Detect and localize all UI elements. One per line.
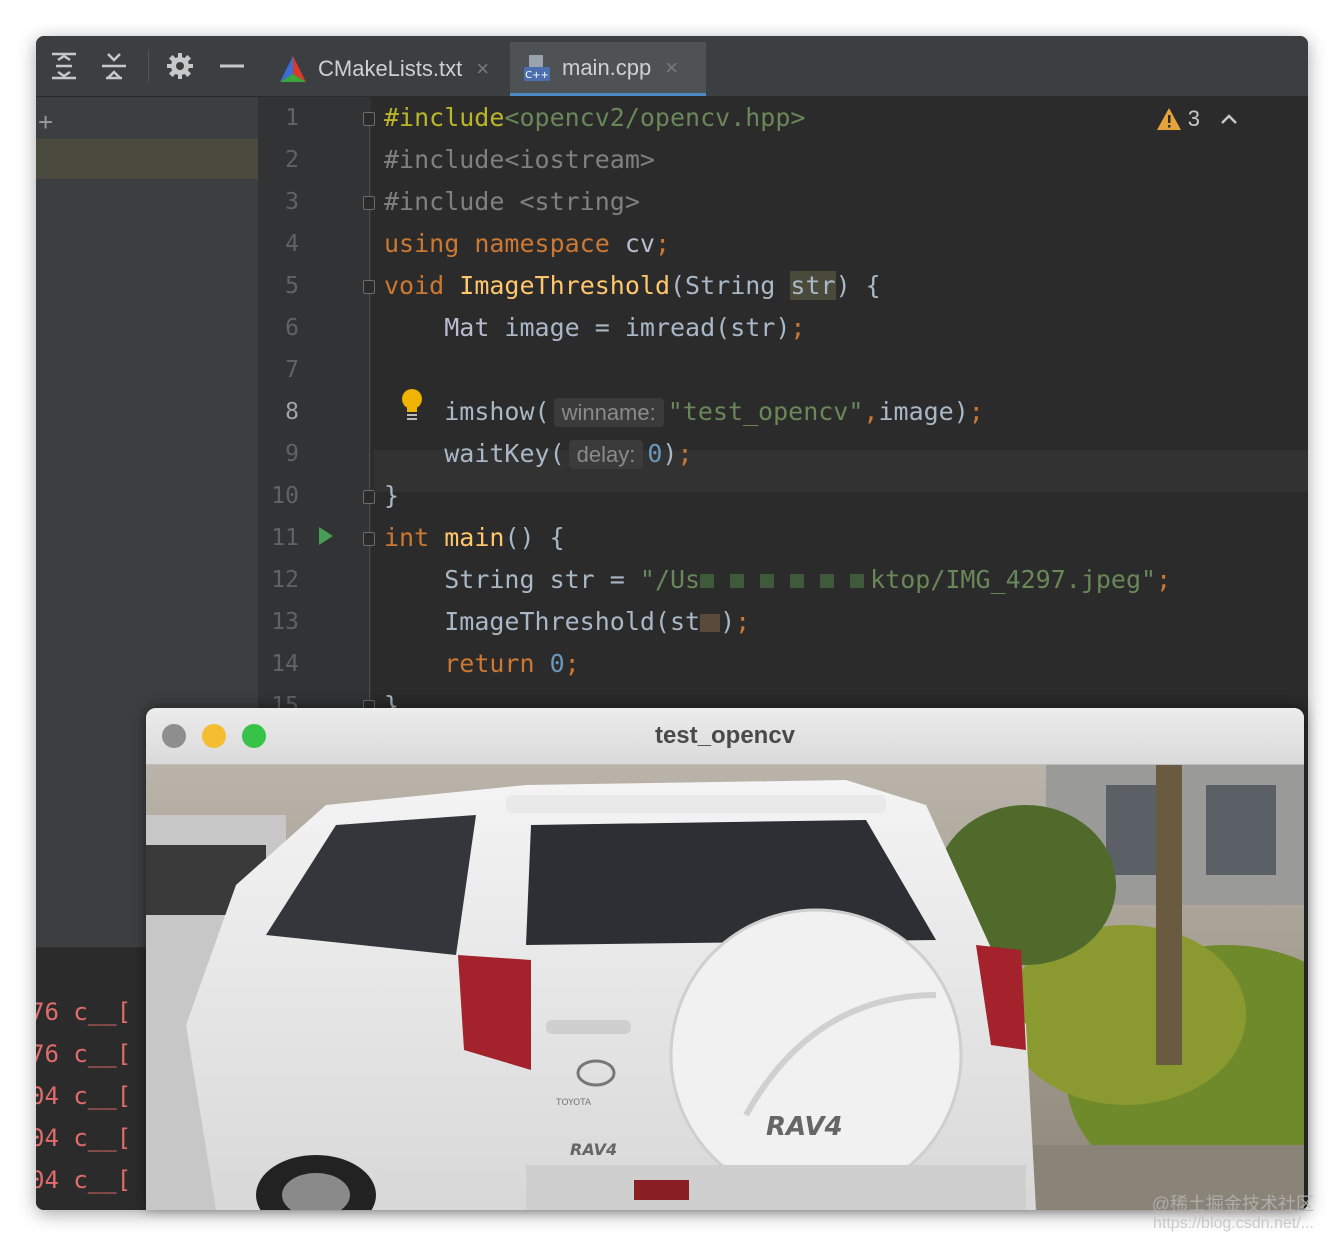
inspection-widget[interactable]: 3 bbox=[1156, 106, 1240, 132]
watermark-url: https://blog.csdn.net/... bbox=[1153, 1215, 1314, 1232]
line-number: 1 bbox=[285, 105, 299, 131]
opencv-window: test_opencv RAV4 TOYOTA RAV4 bbox=[146, 708, 1304, 1210]
blurred-text bbox=[700, 614, 721, 632]
line-number: 14 bbox=[271, 651, 299, 677]
warning-count: 3 bbox=[1187, 106, 1200, 131]
tab-main-cpp[interactable]: C++ main.cpp × bbox=[510, 42, 706, 96]
line-number: 9 bbox=[285, 441, 299, 467]
code-line-9: waitKey(delay: 0); bbox=[444, 439, 693, 469]
warning-icon bbox=[1156, 108, 1181, 130]
code-line-12: String str = "/Us ktop/IMG_4297.jpeg"; bbox=[444, 565, 1172, 594]
window-titlebar: test_opencv bbox=[146, 708, 1304, 765]
minimize-icon[interactable] bbox=[216, 50, 248, 82]
watermark-text: @稀土掘金技术社区 bbox=[1151, 1194, 1314, 1214]
window-title: test_opencv bbox=[654, 722, 796, 749]
console-line: 04 c__[ bbox=[36, 1082, 132, 1110]
svg-text:TOYOTA: TOYOTA bbox=[555, 1098, 592, 1108]
svg-text:RAV4: RAV4 bbox=[766, 1112, 843, 1142]
svg-text:RAV4: RAV4 bbox=[570, 1140, 617, 1159]
close-icon[interactable]: × bbox=[476, 56, 489, 82]
collapse-all-icon[interactable] bbox=[98, 50, 130, 82]
code-line-2: #include<iostream> bbox=[384, 145, 655, 174]
fold-marker-icon[interactable] bbox=[363, 280, 375, 294]
editor-tab-bar: CMakeLists.txt × C++ main.cpp × bbox=[36, 36, 1308, 97]
lightbulb-icon[interactable] bbox=[400, 388, 424, 422]
line-number: 13 bbox=[271, 609, 299, 635]
tab-label: main.cpp bbox=[562, 54, 652, 80]
cmake-icon bbox=[280, 56, 306, 82]
close-icon[interactable]: × bbox=[665, 55, 678, 81]
console-line: 04 c__[ bbox=[36, 1166, 132, 1194]
code-line-1: #include<opencv2/opencv.hpp> bbox=[384, 103, 806, 132]
tab-label: CMakeLists.txt bbox=[318, 56, 463, 81]
code-line-14: return 0; bbox=[444, 649, 580, 678]
code-line-4: using namespace cv; bbox=[384, 229, 671, 258]
line-number: 2 bbox=[285, 147, 299, 173]
param-hint: winname: bbox=[553, 398, 664, 427]
line-number: 6 bbox=[285, 315, 299, 341]
console-line: 76 c__[ bbox=[36, 998, 132, 1026]
code-line-8: imshow(winname: "test_opencv",image); bbox=[444, 397, 984, 427]
line-number: 5 bbox=[285, 273, 299, 299]
tab-cmakelists[interactable]: CMakeLists.txt × bbox=[266, 42, 510, 96]
code-line-11: int main() { bbox=[384, 523, 565, 552]
svg-text:C++: C++ bbox=[525, 70, 549, 81]
run-icon[interactable] bbox=[319, 527, 333, 545]
toolbar-separator bbox=[148, 50, 149, 82]
add-icon[interactable]: + bbox=[38, 107, 53, 138]
fold-marker-icon[interactable] bbox=[363, 196, 375, 210]
line-number: 11 bbox=[271, 525, 299, 551]
param-hint: delay: bbox=[568, 440, 644, 469]
line-number: 7 bbox=[285, 357, 299, 383]
line-number: 4 bbox=[285, 231, 299, 257]
car-photo: RAV4 TOYOTA RAV4 bbox=[146, 765, 1304, 1210]
line-number: 10 bbox=[271, 483, 299, 509]
line-number: 3 bbox=[285, 189, 299, 215]
code-line-13: ImageThreshold(st); bbox=[444, 607, 751, 636]
chevron-up-icon[interactable] bbox=[1218, 108, 1240, 130]
line-number: 12 bbox=[271, 567, 299, 593]
fold-marker-icon[interactable] bbox=[363, 112, 375, 126]
gear-icon[interactable] bbox=[164, 50, 196, 82]
code-line-10: } bbox=[384, 481, 400, 510]
code-line-5: void ImageThreshold(String str) { bbox=[384, 271, 881, 300]
blurred-path bbox=[700, 574, 871, 588]
cpp-file-icon: C++ bbox=[524, 54, 550, 81]
line-number-current: 8 bbox=[285, 399, 299, 425]
code-line-6: Mat image = imread(str); bbox=[444, 313, 806, 342]
code-line-3: #include <string> bbox=[384, 187, 640, 216]
console-line: 04 c__[ bbox=[36, 1124, 132, 1152]
selected-tree-row[interactable] bbox=[36, 139, 258, 179]
fold-marker-icon[interactable] bbox=[363, 490, 375, 504]
expand-all-icon[interactable] bbox=[48, 50, 80, 82]
fold-marker-icon[interactable] bbox=[363, 532, 375, 546]
displayed-image: RAV4 TOYOTA RAV4 bbox=[146, 765, 1304, 1210]
console-line: 76 c__[ bbox=[36, 1040, 132, 1068]
